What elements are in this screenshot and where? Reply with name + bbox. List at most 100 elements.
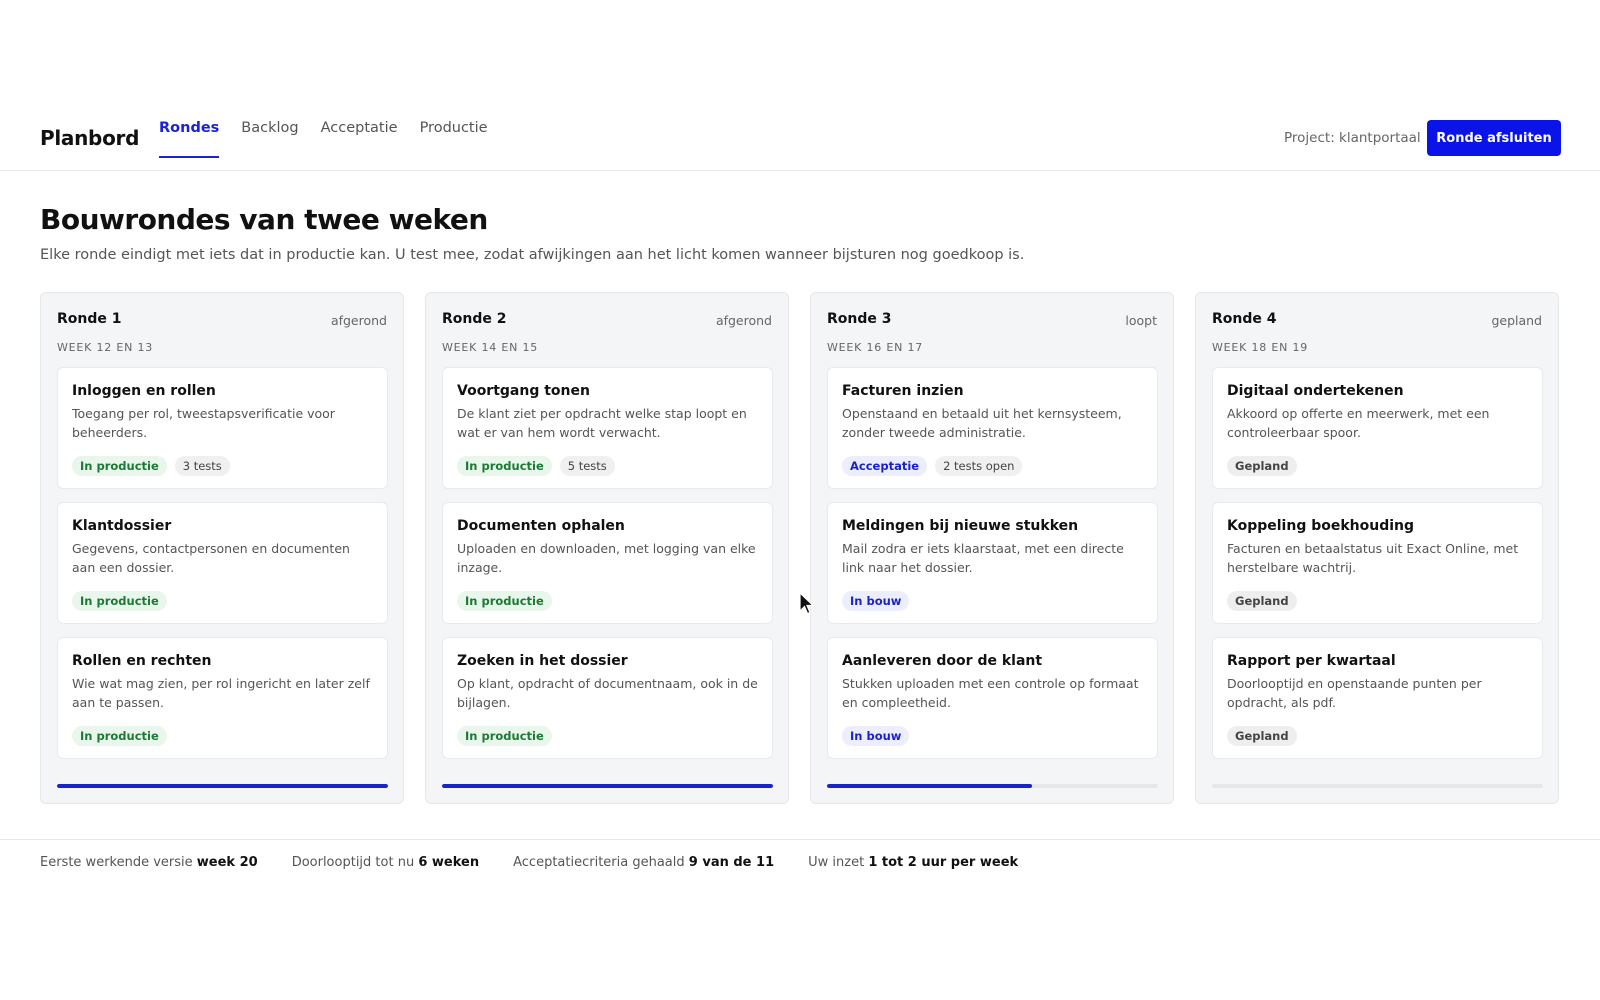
brand-logo: Planbord: [40, 126, 140, 150]
story-card[interactable]: Documenten ophalen Uploaden en downloade…: [442, 502, 773, 624]
card-description: Facturen en betaalstatus uit Exact Onlin…: [1227, 541, 1519, 575]
story-card[interactable]: Facturen inzien Openstaand en betaald ui…: [827, 367, 1158, 489]
round-title: Ronde 2: [442, 311, 507, 327]
stat-lead-time: Doorlooptijd tot nu 6 weken: [292, 855, 479, 870]
tab-rondes[interactable]: Rondes: [159, 104, 220, 158]
round-column-1: Ronde 1 afgerond WEEK 12 EN 13 Inloggen …: [40, 292, 404, 804]
card-tags: In productie 5 tests: [457, 456, 615, 476]
card-tags: In productie: [72, 726, 167, 746]
story-card[interactable]: Digitaal ondertekenen Akkoord op offerte…: [1212, 367, 1543, 489]
round-progress-fill: [827, 784, 1033, 788]
status-badge: In productie: [72, 456, 167, 476]
round-status: afgerond: [715, 313, 772, 328]
round-header: Ronde 1 afgerond: [57, 311, 387, 331]
card-title: Rollen en rechten: [72, 653, 212, 669]
round-weeks: WEEK 14 EN 15: [442, 341, 539, 354]
card-tags: In productie: [72, 591, 167, 611]
stat-value: week 20: [196, 855, 258, 870]
round-header: Ronde 2 afgerond: [442, 311, 772, 331]
card-description: Uploaden en downloaden, met logging van …: [457, 541, 756, 575]
stat-label: Eerste werkende versie: [40, 855, 193, 870]
close-round-button[interactable]: Ronde afsluiten: [1427, 120, 1561, 156]
summary-footer: Eerste werkende versie week 20 Doorloopt…: [0, 839, 1600, 899]
round-progress-fill: [442, 784, 773, 788]
summary-stats: Eerste werkende versie week 20 Doorloopt…: [40, 855, 1018, 870]
status-badge: In bouw: [842, 591, 910, 611]
status-badge: Gepland: [1227, 456, 1297, 476]
card-title: Documenten ophalen: [457, 518, 625, 534]
card-description: De klant ziet per opdracht welke stap lo…: [457, 406, 747, 440]
card-title: Facturen inzien: [842, 383, 964, 399]
story-card[interactable]: Rapport per kwartaal Doorlooptijd en ope…: [1212, 637, 1543, 759]
tab-productie[interactable]: Productie: [420, 104, 488, 158]
round-status: afgerond: [330, 313, 387, 328]
stat-label: Acceptatiecriteria gehaald: [513, 855, 685, 870]
card-title: Meldingen bij nieuwe stukken: [842, 518, 1079, 534]
story-card[interactable]: Inloggen en rollen Toegang per rol, twee…: [57, 367, 388, 489]
card-description: Stukken uploaden met een controle op for…: [842, 676, 1139, 710]
status-badge: Gepland: [1227, 591, 1297, 611]
test-count-badge: 2 tests open: [935, 456, 1023, 476]
story-card[interactable]: Aanleveren door de klant Stukken uploade…: [827, 637, 1158, 759]
card-tags: In productie: [457, 726, 552, 746]
rounds-board: Ronde 1 afgerond WEEK 12 EN 13 Inloggen …: [40, 292, 1559, 804]
stat-acceptance: Acceptatiecriteria gehaald 9 van de 11: [513, 855, 774, 870]
card-list: Voortgang tonen De klant ziet per opdrac…: [442, 367, 773, 772]
round-progress-bar: [57, 784, 388, 788]
card-description: Akkoord op offerte en meerwerk, met een …: [1227, 406, 1490, 440]
round-title: Ronde 1: [57, 311, 122, 327]
page-title: Bouwrondes van twee weken: [40, 203, 488, 236]
status-badge: In productie: [72, 591, 167, 611]
card-description: Openstaand en betaald uit het kernsystee…: [842, 406, 1122, 440]
story-card[interactable]: Rollen en rechten Wie wat mag zien, per …: [57, 637, 388, 759]
round-weeks: WEEK 16 EN 17: [827, 341, 924, 354]
story-card[interactable]: Zoeken in het dossier Op klant, opdracht…: [442, 637, 773, 759]
stat-value: 1 tot 2 uur per week: [868, 855, 1019, 870]
status-badge: Gepland: [1227, 726, 1297, 746]
round-weeks: WEEK 18 EN 19: [1212, 341, 1309, 354]
stat-label: Uw inzet: [808, 855, 865, 870]
card-tags: Gepland: [1227, 456, 1297, 476]
tab-acceptatie[interactable]: Acceptatie: [321, 104, 398, 158]
card-title: Inloggen en rollen: [72, 383, 216, 399]
stat-effort: Uw inzet 1 tot 2 uur per week: [808, 855, 1018, 870]
main-nav: Rondes Backlog Acceptatie Productie: [159, 104, 488, 171]
test-count-badge: 3 tests: [174, 456, 230, 476]
round-column-3: Ronde 3 loopt WEEK 16 EN 17 Facturen inz…: [810, 292, 1174, 804]
card-tags: Acceptatie 2 tests open: [842, 456, 1023, 476]
card-tags: Gepland: [1227, 726, 1297, 746]
round-column-2: Ronde 2 afgerond WEEK 14 EN 15 Voortgang…: [425, 292, 789, 804]
status-badge: In productie: [457, 591, 552, 611]
card-tags: In bouw: [842, 726, 910, 746]
story-card[interactable]: Voortgang tonen De klant ziet per opdrac…: [442, 367, 773, 489]
card-description: Doorlooptijd en openstaande punten per o…: [1227, 676, 1482, 710]
round-title: Ronde 3: [827, 311, 892, 327]
card-title: Zoeken in het dossier: [457, 653, 628, 669]
story-card[interactable]: Koppeling boekhouding Facturen en betaal…: [1212, 502, 1543, 624]
round-weeks: WEEK 12 EN 13: [57, 341, 154, 354]
top-bar: Planbord Rondes Backlog Acceptatie Produ…: [0, 104, 1600, 171]
tab-backlog[interactable]: Backlog: [241, 104, 298, 158]
round-progress-bar: [1212, 784, 1543, 788]
card-tags: Gepland: [1227, 591, 1297, 611]
card-title: Digitaal ondertekenen: [1227, 383, 1404, 399]
card-description: Op klant, opdracht of documentnaam, ook …: [457, 676, 758, 710]
round-progress-fill: [57, 784, 388, 788]
stat-value: 6 weken: [418, 855, 480, 870]
round-header: Ronde 3 loopt: [827, 311, 1157, 331]
status-badge: Acceptatie: [842, 456, 928, 476]
status-badge: In bouw: [842, 726, 910, 746]
card-title: Koppeling boekhouding: [1227, 518, 1415, 534]
round-header: Ronde 4 gepland: [1212, 311, 1542, 331]
status-badge: In productie: [72, 726, 167, 746]
round-column-4: Ronde 4 gepland WEEK 18 EN 19 Digitaal o…: [1195, 292, 1559, 804]
card-title: Aanleveren door de klant: [842, 653, 1043, 669]
card-description: Toegang per rol, tweestapsverificatie vo…: [72, 406, 335, 440]
story-card[interactable]: Meldingen bij nieuwe stukken Mail zodra …: [827, 502, 1158, 624]
card-list: Inloggen en rollen Toegang per rol, twee…: [57, 367, 388, 772]
story-card[interactable]: Klantdossier Gegevens, contactpersonen e…: [57, 502, 388, 624]
status-badge: In productie: [457, 726, 552, 746]
card-description: Gegevens, contactpersonen en documenten …: [72, 541, 350, 575]
card-description: Wie wat mag zien, per rol ingericht en l…: [72, 676, 370, 710]
round-status: gepland: [1491, 313, 1542, 328]
